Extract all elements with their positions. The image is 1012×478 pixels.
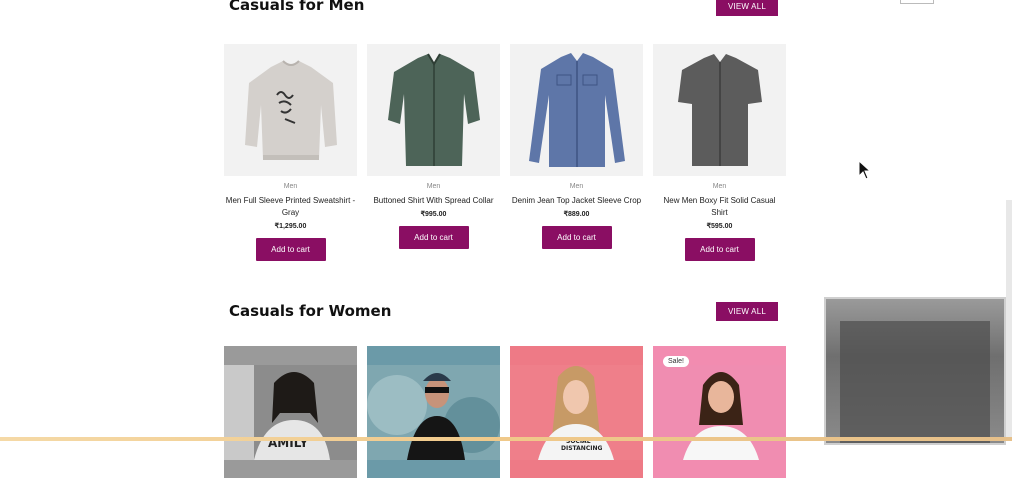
add-to-cart-button[interactable]: Add to cart: [398, 226, 469, 249]
sweatshirt-image[interactable]: [224, 44, 357, 176]
men-product-grid: Men Men Full Sleeve Printed Sweatshirt -…: [224, 44, 786, 261]
green-shirt-image[interactable]: [367, 44, 500, 176]
product-card: Sale!: [653, 346, 786, 478]
add-to-cart-button[interactable]: Add to cart: [255, 238, 326, 261]
product-card: Men Buttoned Shirt With Spread Collar ₹9…: [367, 44, 500, 261]
add-to-cart-button[interactable]: Add to cart: [684, 238, 755, 261]
woman-photo-image[interactable]: SOCIAL DISTANCING: [510, 346, 643, 478]
product-name[interactable]: Men Full Sleeve Printed Sweatshirt - Gra…: [226, 195, 356, 219]
add-to-cart-button[interactable]: Add to cart: [541, 226, 612, 249]
product-price: ₹995.00: [420, 211, 447, 218]
women-section-title: Casuals for Women: [229, 302, 392, 320]
mouse-cursor-icon: [858, 159, 872, 185]
product-name[interactable]: New Men Boxy Fit Solid Casual Shirt: [655, 195, 785, 219]
product-name[interactable]: Buttoned Shirt With Spread Collar: [369, 195, 499, 207]
men-view-all-button[interactable]: VIEW ALL: [715, 0, 778, 16]
women-view-all-button[interactable]: VIEW ALL: [715, 301, 778, 321]
product-price: ₹595.00: [706, 223, 733, 230]
product-category: Men: [283, 183, 298, 190]
product-category: Men: [569, 183, 584, 190]
bottom-strip: [0, 437, 1012, 441]
product-price: ₹889.00: [563, 211, 590, 218]
sale-badge: Sale!: [663, 356, 689, 367]
scrollbar-track[interactable]: [1006, 200, 1012, 441]
video-overlay-thumbnail[interactable]: [824, 297, 1006, 445]
top-right-box: [900, 0, 934, 4]
product-card: Men Denim Jean Top Jacket Sleeve Crop ₹8…: [510, 44, 643, 261]
product-category: Men: [426, 183, 441, 190]
product-price: ₹1,295.00: [274, 223, 307, 230]
product-card: [367, 346, 500, 478]
men-section-title: Casuals for Men: [229, 0, 365, 14]
denim-shirt-image[interactable]: [510, 44, 643, 176]
product-card: AMILY: [224, 346, 357, 478]
svg-text:DISTANCING: DISTANCING: [561, 445, 602, 452]
women-section-header: Casuals for Women VIEW ALL: [229, 301, 778, 321]
product-name[interactable]: Denim Jean Top Jacket Sleeve Crop: [512, 195, 642, 207]
product-category: Men: [712, 183, 727, 190]
women-product-grid: AMILY SOCIAL DISTANCING Sale!: [224, 346, 786, 478]
woman-photo-image[interactable]: AMILY: [224, 346, 357, 478]
grey-shirt-image[interactable]: [653, 44, 786, 176]
video-overlay-content: [840, 321, 990, 443]
product-card: Men New Men Boxy Fit Solid Casual Shirt …: [653, 44, 786, 261]
product-card: Men Men Full Sleeve Printed Sweatshirt -…: [224, 44, 357, 261]
woman-photo-image[interactable]: Sale!: [653, 346, 786, 478]
woman-photo-image[interactable]: [367, 346, 500, 478]
product-card: SOCIAL DISTANCING: [510, 346, 643, 478]
men-section-header: Casuals for Men VIEW ALL: [229, 0, 778, 18]
